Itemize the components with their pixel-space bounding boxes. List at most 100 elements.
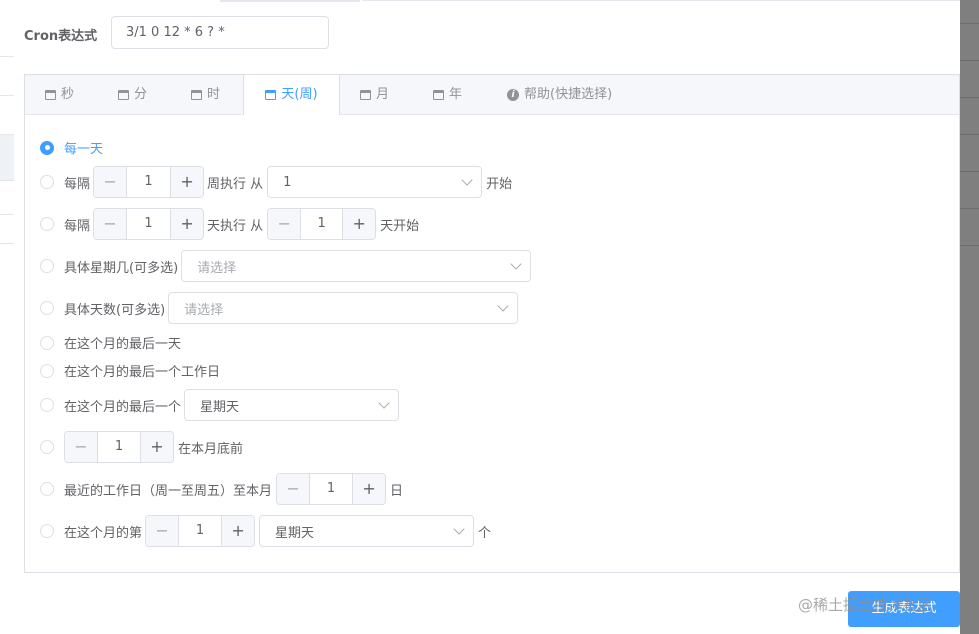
specific-weekdays-select[interactable]: 请选择 bbox=[181, 250, 532, 282]
before-month-end-value[interactable]: 1 bbox=[98, 432, 140, 462]
option-specific-days: 具体天数(可多选) 请选择 bbox=[40, 292, 519, 324]
option-last-workday[interactable]: 在这个月的最后一个工作日 bbox=[40, 361, 220, 380]
minus-button[interactable]: − bbox=[65, 432, 98, 462]
every-week-prefix: 每隔 bbox=[64, 176, 91, 192]
specific-weekdays-label: 具体星期几(可多选) bbox=[64, 260, 179, 276]
nearest-workday-value[interactable]: 1 bbox=[310, 474, 352, 504]
tab-minute-label: 分 bbox=[134, 86, 148, 102]
last-day-label: 在这个月的最后一天 bbox=[64, 337, 182, 352]
option-every-week: 每隔 − 1 + 周执行 从 1 开始 bbox=[40, 166, 512, 198]
option-nth-weekday: 在这个月的第 − 1 + 星期天 个 bbox=[40, 515, 491, 547]
radio-before-month-end[interactable] bbox=[40, 440, 54, 454]
dialog-top-divider-2 bbox=[362, 0, 960, 1]
plus-button[interactable]: + bbox=[170, 209, 204, 239]
tab-year[interactable]: 年 bbox=[433, 75, 462, 114]
tab-day-week[interactable]: 天(周) bbox=[243, 75, 340, 115]
tab-year-label: 年 bbox=[449, 86, 463, 102]
option-nearest-workday: 最近的工作日（周一至周五）至本月 − 1 + 日 bbox=[40, 473, 403, 505]
tab-minute[interactable]: 分 bbox=[118, 75, 147, 114]
option-every-day[interactable]: 每一天 bbox=[40, 138, 103, 157]
chevron-down-icon bbox=[378, 397, 390, 409]
specific-days-select[interactable]: 请选择 bbox=[168, 292, 519, 324]
radio-specific-weekdays[interactable] bbox=[40, 259, 54, 273]
tab-hour-label: 时 bbox=[207, 86, 221, 102]
option-specific-weekdays: 具体星期几(可多选) 请选择 bbox=[40, 250, 532, 282]
minus-button[interactable]: − bbox=[277, 474, 311, 504]
tab-month[interactable]: 月 bbox=[360, 75, 389, 114]
tab-help-label: 帮助(快捷选择) bbox=[524, 86, 613, 102]
tab-help[interactable]: i 帮助(快捷选择) bbox=[507, 75, 612, 114]
before-month-end-suffix: 在本月底前 bbox=[178, 441, 244, 457]
chevron-down-icon bbox=[510, 258, 522, 270]
chevron-down-icon bbox=[461, 174, 473, 186]
calendar-icon bbox=[433, 89, 444, 100]
nth-weekday-select-value: 星期天 bbox=[275, 525, 315, 541]
every-n-days-start-value[interactable]: 1 bbox=[301, 209, 342, 239]
plus-button[interactable]: + bbox=[342, 209, 376, 239]
radio-last-day[interactable] bbox=[40, 335, 54, 350]
minus-button[interactable]: − bbox=[268, 209, 302, 239]
radio-last-workday[interactable] bbox=[40, 363, 54, 378]
every-n-days-step-value[interactable]: 1 bbox=[127, 209, 170, 239]
calendar-icon bbox=[265, 90, 277, 100]
nearest-workday-stepper[interactable]: − 1 + bbox=[276, 473, 387, 505]
option-before-month-end: − 1 + 在本月底前 bbox=[40, 431, 243, 463]
last-weekday-select[interactable]: 星期天 bbox=[184, 389, 400, 421]
minus-button[interactable]: − bbox=[94, 167, 128, 197]
specific-days-label: 具体天数(可多选) bbox=[64, 302, 166, 318]
option-last-day[interactable]: 在这个月的最后一天 bbox=[40, 333, 181, 352]
nearest-workday-label: 最近的工作日（周一至周五）至本月 bbox=[64, 483, 273, 499]
calendar-icon bbox=[360, 89, 371, 100]
radio-specific-days[interactable] bbox=[40, 301, 54, 315]
plus-button[interactable]: + bbox=[140, 432, 173, 462]
chevron-down-icon bbox=[453, 523, 465, 535]
tab-hour[interactable]: 时 bbox=[191, 75, 220, 114]
every-n-days-start-stepper[interactable]: − 1 + bbox=[267, 208, 377, 240]
radio-nth-weekday[interactable] bbox=[40, 524, 54, 538]
plus-button[interactable]: + bbox=[352, 474, 386, 504]
specific-days-placeholder: 请选择 bbox=[184, 302, 224, 318]
generate-expression-button[interactable]: 生成表达式 bbox=[848, 591, 960, 627]
tab-second[interactable]: 秒 bbox=[45, 75, 74, 114]
tab-month-label: 月 bbox=[376, 86, 390, 102]
every-n-days-stepper[interactable]: − 1 + bbox=[93, 208, 205, 240]
info-icon: i bbox=[507, 88, 519, 101]
radio-every-n-days[interactable] bbox=[40, 217, 54, 231]
every-week-mid: 周执行 从 bbox=[207, 176, 264, 192]
every-week-step-value[interactable]: 1 bbox=[127, 167, 170, 197]
nth-weekday-value[interactable]: 1 bbox=[179, 516, 221, 546]
nth-weekday-suffix: 个 bbox=[478, 525, 492, 541]
option-every-n-days: 每隔 − 1 + 天执行 从 − 1 + 天开始 bbox=[40, 208, 419, 240]
tab-second-label: 秒 bbox=[61, 86, 75, 102]
calendar-icon bbox=[191, 89, 202, 100]
nearest-workday-suffix: 日 bbox=[390, 483, 404, 499]
every-week-suffix: 开始 bbox=[486, 176, 513, 192]
cron-tabs-card: 秒 分 时 天(周) 月 年 i 帮助(快捷选择) 每一天 每隔 − 1 + 周… bbox=[24, 74, 960, 573]
every-week-stepper[interactable]: − 1 + bbox=[93, 166, 205, 198]
last-weekday-label: 在这个月的最后一个 bbox=[64, 399, 182, 415]
before-month-end-stepper[interactable]: − 1 + bbox=[64, 431, 174, 463]
minus-button[interactable]: − bbox=[94, 209, 128, 239]
every-n-days-suffix: 天开始 bbox=[380, 218, 420, 234]
chevron-down-icon bbox=[497, 300, 509, 312]
cron-expression-label: Cron表达式 bbox=[24, 29, 98, 44]
radio-every-week[interactable] bbox=[40, 175, 54, 189]
nth-weekday-select[interactable]: 星期天 bbox=[259, 515, 475, 547]
specific-weekdays-placeholder: 请选择 bbox=[197, 260, 237, 276]
radio-every-day[interactable] bbox=[40, 140, 54, 155]
cron-expression-input[interactable]: 3/1 0 12 * 6 ? * bbox=[111, 16, 329, 49]
tab-day-week-label: 天(周) bbox=[281, 87, 318, 102]
radio-nearest-workday[interactable] bbox=[40, 482, 54, 496]
plus-button[interactable]: + bbox=[170, 167, 204, 197]
plus-button[interactable]: + bbox=[221, 516, 255, 546]
every-week-start-value: 1 bbox=[283, 174, 292, 190]
minus-button[interactable]: − bbox=[146, 516, 180, 546]
last-weekday-value: 星期天 bbox=[200, 399, 240, 415]
calendar-icon bbox=[45, 89, 56, 100]
option-last-weekday: 在这个月的最后一个 星期天 bbox=[40, 389, 400, 421]
nth-weekday-stepper[interactable]: − 1 + bbox=[145, 515, 256, 547]
calendar-icon bbox=[118, 89, 129, 100]
radio-last-weekday[interactable] bbox=[40, 398, 54, 412]
every-week-start-select[interactable]: 1 bbox=[267, 166, 483, 198]
every-day-label: 每一天 bbox=[64, 142, 104, 157]
